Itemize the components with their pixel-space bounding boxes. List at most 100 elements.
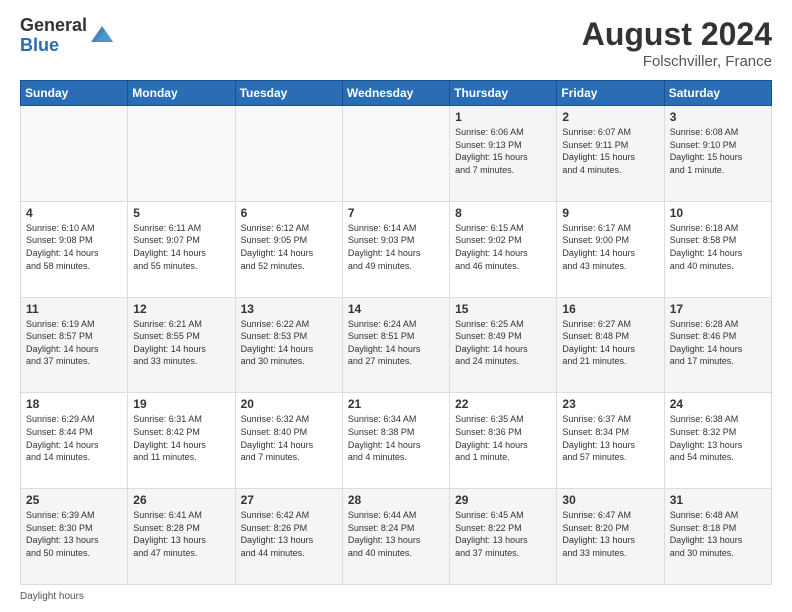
logo-blue: Blue xyxy=(20,36,87,56)
day-info: Sunrise: 6:22 AM Sunset: 8:53 PM Dayligh… xyxy=(241,318,337,368)
day-number: 7 xyxy=(348,206,444,220)
calendar-cell: 16Sunrise: 6:27 AM Sunset: 8:48 PM Dayli… xyxy=(557,297,664,393)
calendar: SundayMondayTuesdayWednesdayThursdayFrid… xyxy=(20,80,772,585)
day-info: Sunrise: 6:18 AM Sunset: 8:58 PM Dayligh… xyxy=(670,222,766,272)
day-number: 26 xyxy=(133,493,229,507)
calendar-cell: 29Sunrise: 6:45 AM Sunset: 8:22 PM Dayli… xyxy=(450,489,557,585)
day-info: Sunrise: 6:47 AM Sunset: 8:20 PM Dayligh… xyxy=(562,509,658,559)
day-number: 21 xyxy=(348,397,444,411)
day-info: Sunrise: 6:15 AM Sunset: 9:02 PM Dayligh… xyxy=(455,222,551,272)
calendar-cell: 21 Sunrise: 6:34 AM Sunset: 8:38 PM Dayli… xyxy=(342,393,449,489)
calendar-cell: 15Sunrise: 6:25 AM Sunset: 8:49 PM Dayli… xyxy=(450,297,557,393)
day-info: Sunrise: 6:12 AM Sunset: 9:05 PM Dayligh… xyxy=(241,222,337,272)
calendar-cell: 20 Sunrise: 6:32 AM Sunset: 8:40 PM Dayli… xyxy=(235,393,342,489)
day-info: Sunrise: 6:19 AM Sunset: 8:57 PM Dayligh… xyxy=(26,318,122,368)
day-info: Sunrise: 6:10 AM Sunset: 9:08 PM Dayligh… xyxy=(26,222,122,272)
day-number: 23 xyxy=(562,397,658,411)
calendar-cell: 18 Sunrise: 6:29 AM Sunset: 8:44 PM Dayli… xyxy=(21,393,128,489)
location: Folschviller, France xyxy=(582,53,772,70)
day-number: 8 xyxy=(455,206,551,220)
day-number: 28 xyxy=(348,493,444,507)
day-info: Sunrise: 6:31 AM Sunset: 8:42 PM Dayligh… xyxy=(133,413,229,463)
day-number: 15 xyxy=(455,302,551,316)
day-number: 16 xyxy=(562,302,658,316)
day-number: 6 xyxy=(241,206,337,220)
day-info: Sunrise: 6:34 AM Sunset: 8:38 PM Dayligh… xyxy=(348,413,444,463)
day-info: Sunrise: 6:38 AM Sunset: 8:32 PM Dayligh… xyxy=(670,413,766,463)
calendar-cell: 17 Sunrise: 6:28 AM Sunset: 8:46 PM Dayli… xyxy=(664,297,771,393)
title-block: August 2024 Folschviller, France xyxy=(582,16,772,70)
calendar-cell xyxy=(342,106,449,202)
calendar-cell: 12 Sunrise: 6:21 AM Sunset: 8:55 PM Dayli… xyxy=(128,297,235,393)
calendar-cell: 19 Sunrise: 6:31 AM Sunset: 8:42 PM Dayli… xyxy=(128,393,235,489)
calendar-cell xyxy=(235,106,342,202)
day-number: 19 xyxy=(133,397,229,411)
day-number: 14 xyxy=(348,302,444,316)
calendar-week-row: 1 Sunrise: 6:06 AM Sunset: 9:13 PM Daylig… xyxy=(21,106,772,202)
calendar-cell: 2Sunrise: 6:07 AM Sunset: 9:11 PM Daylig… xyxy=(557,106,664,202)
calendar-cell: 3Sunrise: 6:08 AM Sunset: 9:10 PM Daylig… xyxy=(664,106,771,202)
calendar-cell: 22 Sunrise: 6:35 AM Sunset: 8:36 PM Dayli… xyxy=(450,393,557,489)
calendar-cell: 14 Sunrise: 6:24 AM Sunset: 8:51 PM Dayli… xyxy=(342,297,449,393)
calendar-week-row: 11 Sunrise: 6:19 AM Sunset: 8:57 PM Dayli… xyxy=(21,297,772,393)
logo-general: General xyxy=(20,16,87,36)
day-of-week-header: Tuesday xyxy=(235,81,342,106)
day-number: 30 xyxy=(562,493,658,507)
month-year: August 2024 xyxy=(582,16,772,53)
calendar-cell: 23Sunrise: 6:37 AM Sunset: 8:34 PM Dayli… xyxy=(557,393,664,489)
day-number: 11 xyxy=(26,302,122,316)
day-number: 17 xyxy=(670,302,766,316)
calendar-week-row: 4 Sunrise: 6:10 AM Sunset: 9:08 PM Daylig… xyxy=(21,201,772,297)
day-number: 12 xyxy=(133,302,229,316)
calendar-cell: 24Sunrise: 6:38 AM Sunset: 8:32 PM Dayli… xyxy=(664,393,771,489)
day-number: 13 xyxy=(241,302,337,316)
day-info: Sunrise: 6:39 AM Sunset: 8:30 PM Dayligh… xyxy=(26,509,122,559)
day-info: Sunrise: 6:44 AM Sunset: 8:24 PM Dayligh… xyxy=(348,509,444,559)
calendar-header-row: SundayMondayTuesdayWednesdayThursdayFrid… xyxy=(21,81,772,106)
day-number: 2 xyxy=(562,110,658,124)
calendar-cell: 5 Sunrise: 6:11 AM Sunset: 9:07 PM Daylig… xyxy=(128,201,235,297)
logo-text: General Blue xyxy=(20,16,87,56)
day-number: 1 xyxy=(455,110,551,124)
calendar-cell: 27 Sunrise: 6:42 AM Sunset: 8:26 PM Dayli… xyxy=(235,489,342,585)
calendar-cell: 26 Sunrise: 6:41 AM Sunset: 8:28 PM Dayli… xyxy=(128,489,235,585)
day-of-week-header: Saturday xyxy=(664,81,771,106)
day-number: 27 xyxy=(241,493,337,507)
logo-icon xyxy=(91,24,113,46)
footer: Daylight hours xyxy=(20,591,772,602)
calendar-cell: 4 Sunrise: 6:10 AM Sunset: 9:08 PM Daylig… xyxy=(21,201,128,297)
day-info: Sunrise: 6:24 AM Sunset: 8:51 PM Dayligh… xyxy=(348,318,444,368)
calendar-cell: 11 Sunrise: 6:19 AM Sunset: 8:57 PM Dayli… xyxy=(21,297,128,393)
calendar-cell: 30 Sunrise: 6:47 AM Sunset: 8:20 PM Dayli… xyxy=(557,489,664,585)
day-of-week-header: Wednesday xyxy=(342,81,449,106)
day-info: Sunrise: 6:41 AM Sunset: 8:28 PM Dayligh… xyxy=(133,509,229,559)
day-info: Sunrise: 6:48 AM Sunset: 8:18 PM Dayligh… xyxy=(670,509,766,559)
calendar-cell: 13 Sunrise: 6:22 AM Sunset: 8:53 PM Dayli… xyxy=(235,297,342,393)
calendar-cell: 7Sunrise: 6:14 AM Sunset: 9:03 PM Daylig… xyxy=(342,201,449,297)
day-info: Sunrise: 6:28 AM Sunset: 8:46 PM Dayligh… xyxy=(670,318,766,368)
day-number: 22 xyxy=(455,397,551,411)
day-info: Sunrise: 6:35 AM Sunset: 8:36 PM Dayligh… xyxy=(455,413,551,463)
calendar-cell: 31Sunrise: 6:48 AM Sunset: 8:18 PM Dayli… xyxy=(664,489,771,585)
header: General Blue August 2024 Folschviller, F… xyxy=(20,16,772,70)
calendar-cell: 28 Sunrise: 6:44 AM Sunset: 8:24 PM Dayli… xyxy=(342,489,449,585)
calendar-cell xyxy=(128,106,235,202)
day-number: 10 xyxy=(670,206,766,220)
daylight-label: Daylight hours xyxy=(20,591,84,602)
page: General Blue August 2024 Folschviller, F… xyxy=(0,0,792,612)
calendar-week-row: 18 Sunrise: 6:29 AM Sunset: 8:44 PM Dayli… xyxy=(21,393,772,489)
day-number: 5 xyxy=(133,206,229,220)
day-info: Sunrise: 6:32 AM Sunset: 8:40 PM Dayligh… xyxy=(241,413,337,463)
calendar-cell xyxy=(21,106,128,202)
day-info: Sunrise: 6:11 AM Sunset: 9:07 PM Dayligh… xyxy=(133,222,229,272)
day-of-week-header: Sunday xyxy=(21,81,128,106)
day-number: 18 xyxy=(26,397,122,411)
day-info: Sunrise: 6:21 AM Sunset: 8:55 PM Dayligh… xyxy=(133,318,229,368)
day-number: 3 xyxy=(670,110,766,124)
day-info: Sunrise: 6:42 AM Sunset: 8:26 PM Dayligh… xyxy=(241,509,337,559)
day-of-week-header: Thursday xyxy=(450,81,557,106)
day-info: Sunrise: 6:06 AM Sunset: 9:13 PM Dayligh… xyxy=(455,126,551,176)
day-number: 20 xyxy=(241,397,337,411)
day-number: 4 xyxy=(26,206,122,220)
day-info: Sunrise: 6:29 AM Sunset: 8:44 PM Dayligh… xyxy=(26,413,122,463)
